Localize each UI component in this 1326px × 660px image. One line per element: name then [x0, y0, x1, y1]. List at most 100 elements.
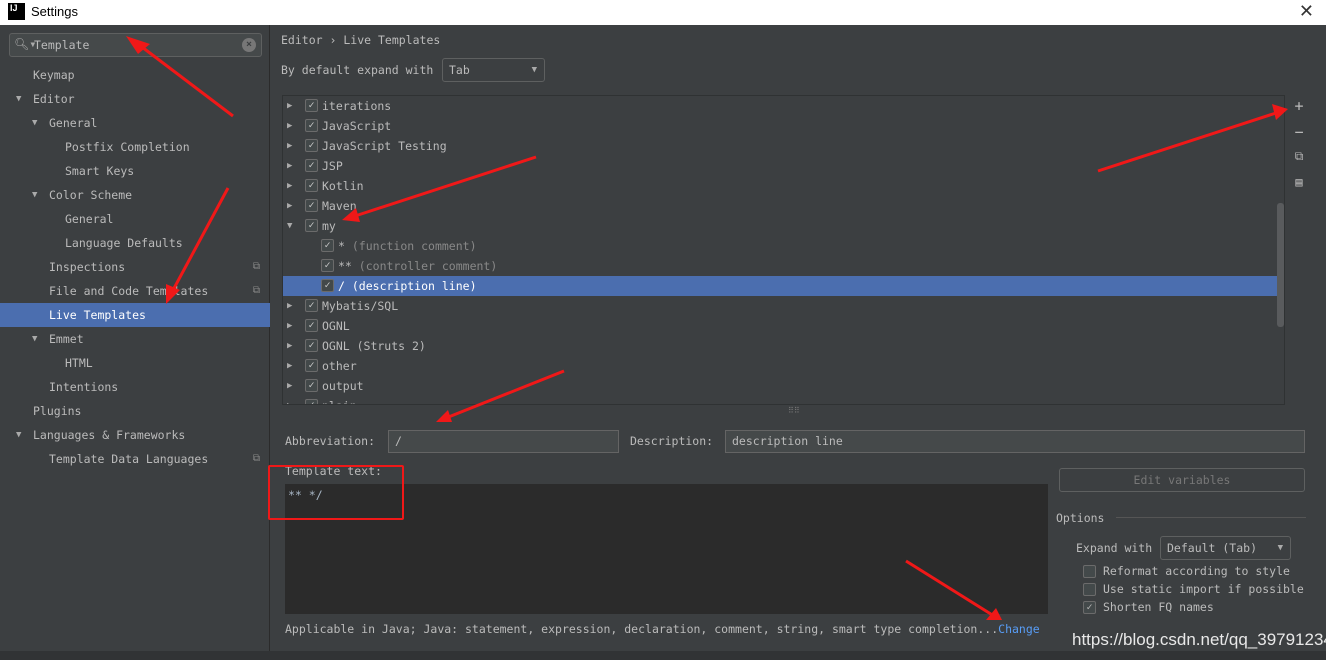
sidebar-item[interactable]: ▼ Emmet: [0, 327, 270, 351]
sidebar-item[interactable]: Inspections ⧉: [0, 255, 270, 279]
option-label[interactable]: Use static import if possible: [1103, 582, 1304, 596]
sidebar-item[interactable]: ▼ Color Scheme: [0, 183, 270, 207]
option-label[interactable]: Shorten FQ names: [1103, 600, 1214, 614]
template-name: Kotlin: [322, 179, 364, 193]
search-input[interactable]: 🔍︎▾ Template ×: [9, 33, 262, 57]
template-group[interactable]: ▶ ✓ Maven: [283, 196, 1284, 216]
expand-with-select[interactable]: Default (Tab) ▼: [1160, 536, 1291, 560]
close-icon[interactable]: ✕: [1299, 1, 1314, 22]
clear-icon[interactable]: ×: [242, 38, 256, 52]
expand-arrow-icon[interactable]: ▶: [287, 356, 292, 376]
template-item[interactable]: ✓ ** (controller comment): [283, 256, 1284, 276]
expand-arrow-icon[interactable]: ▶: [287, 396, 292, 404]
edit-variables-button[interactable]: Edit variables: [1059, 468, 1305, 492]
change-link[interactable]: Change: [998, 622, 1040, 636]
template-group[interactable]: ▶ ✓ other: [283, 356, 1284, 376]
template-group[interactable]: ▼ ✓ my: [283, 216, 1284, 236]
template-group[interactable]: ▶ ✓ JavaScript: [283, 116, 1284, 136]
template-name: Maven: [322, 199, 357, 213]
enabled-checkbox[interactable]: ✓: [305, 399, 318, 404]
expand-arrow-icon[interactable]: ▶: [287, 116, 292, 136]
option-label[interactable]: Reformat according to style: [1103, 564, 1290, 578]
sidebar-item-label: General: [65, 212, 114, 226]
enabled-checkbox[interactable]: ✓: [305, 159, 318, 172]
option-checkbox[interactable]: [1083, 583, 1096, 596]
expand-with-label: Expand with: [1076, 541, 1153, 555]
enabled-checkbox[interactable]: ✓: [305, 179, 318, 192]
breadcrumb-editor[interactable]: Editor: [281, 33, 323, 47]
template-description: (description line): [351, 279, 477, 293]
sidebar-item[interactable]: HTML: [0, 351, 270, 375]
expand-with-value: Default (Tab): [1167, 541, 1258, 555]
description-input[interactable]: description line: [725, 430, 1305, 453]
sidebar-item[interactable]: Keymap: [0, 63, 270, 87]
enabled-checkbox[interactable]: ✓: [305, 119, 318, 132]
template-group[interactable]: ▶ ✓ Mybatis/SQL: [283, 296, 1284, 316]
template-group[interactable]: ▶ ✓ output: [283, 376, 1284, 396]
enabled-checkbox[interactable]: ✓: [305, 359, 318, 372]
option-checkbox[interactable]: ✓: [1083, 601, 1096, 614]
sidebar-item[interactable]: File and Code Templates ⧉: [0, 279, 270, 303]
enabled-checkbox[interactable]: ✓: [305, 99, 318, 112]
enabled-checkbox[interactable]: ✓: [305, 319, 318, 332]
sidebar-item[interactable]: ▼ Editor: [0, 87, 270, 111]
sidebar-item[interactable]: Intentions: [0, 375, 270, 399]
sidebar-item[interactable]: Template Data Languages ⧉: [0, 447, 270, 471]
abbreviation-input[interactable]: /: [388, 430, 619, 453]
enabled-checkbox[interactable]: ✓: [321, 239, 334, 252]
sidebar-item[interactable]: ▼ Languages & Frameworks: [0, 423, 270, 447]
tree-scrollbar[interactable]: [1277, 203, 1284, 327]
enabled-checkbox[interactable]: ✓: [305, 219, 318, 232]
add-icon[interactable]: +: [1287, 97, 1311, 123]
expand-arrow-icon[interactable]: ▶: [287, 336, 292, 356]
default-expand-select[interactable]: Tab ▼: [442, 58, 545, 82]
template-group[interactable]: ▶ ✓ OGNL: [283, 316, 1284, 336]
sidebar-item[interactable]: Live Templates: [0, 303, 270, 327]
enabled-checkbox[interactable]: ✓: [321, 259, 334, 272]
expand-arrow-icon[interactable]: ▶: [287, 156, 292, 176]
expand-arrow-icon[interactable]: ▼: [16, 87, 21, 111]
template-group[interactable]: ▶ ✓ OGNL (Struts 2): [283, 336, 1284, 356]
sidebar-item-label: Emmet: [49, 332, 84, 346]
expand-arrow-icon[interactable]: ▶: [287, 136, 292, 156]
sidebar-item[interactable]: Plugins: [0, 399, 270, 423]
collapse-arrow-icon[interactable]: ▼: [287, 216, 292, 236]
option-checkbox[interactable]: [1083, 565, 1096, 578]
default-expand-value: Tab: [449, 63, 470, 77]
expand-arrow-icon[interactable]: ▶: [287, 96, 292, 116]
sidebar-item-label: Smart Keys: [65, 164, 135, 178]
expand-arrow-icon[interactable]: ▶: [287, 316, 292, 336]
restore-icon[interactable]: ▤: [1287, 175, 1311, 201]
expand-arrow-icon[interactable]: ▼: [32, 327, 37, 351]
expand-arrow-icon[interactable]: ▶: [287, 376, 292, 396]
template-name: /: [338, 279, 345, 293]
template-group[interactable]: ▶ ✓ plain: [283, 396, 1284, 404]
enabled-checkbox[interactable]: ✓: [305, 139, 318, 152]
splitter-handle[interactable]: ⠿⠿: [788, 406, 800, 415]
enabled-checkbox[interactable]: ✓: [321, 279, 334, 292]
template-group[interactable]: ▶ ✓ JavaScript Testing: [283, 136, 1284, 156]
sidebar-item[interactable]: Language Defaults: [0, 231, 270, 255]
template-group[interactable]: ▶ ✓ iterations: [283, 96, 1284, 116]
enabled-checkbox[interactable]: ✓: [305, 339, 318, 352]
template-item[interactable]: ✓ / (description line): [283, 276, 1284, 296]
templates-tree[interactable]: ▶ ✓ iterations ▶ ✓ JavaScript ▶ ✓ JavaScript Tes…: [282, 95, 1285, 405]
template-group[interactable]: ▶ ✓ Kotlin: [283, 176, 1284, 196]
template-group[interactable]: ▶ ✓ JSP: [283, 156, 1284, 176]
expand-arrow-icon[interactable]: ▼: [16, 423, 21, 447]
expand-arrow-icon[interactable]: ▼: [32, 183, 37, 207]
sidebar-item[interactable]: ▼ General: [0, 111, 270, 135]
enabled-checkbox[interactable]: ✓: [305, 379, 318, 392]
template-item[interactable]: ✓ * (function comment): [283, 236, 1284, 256]
expand-arrow-icon[interactable]: ▶: [287, 196, 292, 216]
sidebar-item[interactable]: Smart Keys: [0, 159, 270, 183]
enabled-checkbox[interactable]: ✓: [305, 299, 318, 312]
expand-arrow-icon[interactable]: ▼: [32, 111, 37, 135]
sidebar-item[interactable]: General: [0, 207, 270, 231]
copy-icon[interactable]: ⧉: [1287, 149, 1311, 175]
sidebar-item[interactable]: Postfix Completion: [0, 135, 270, 159]
expand-arrow-icon[interactable]: ▶: [287, 296, 292, 316]
remove-icon[interactable]: −: [1287, 123, 1311, 149]
expand-arrow-icon[interactable]: ▶: [287, 176, 292, 196]
enabled-checkbox[interactable]: ✓: [305, 199, 318, 212]
